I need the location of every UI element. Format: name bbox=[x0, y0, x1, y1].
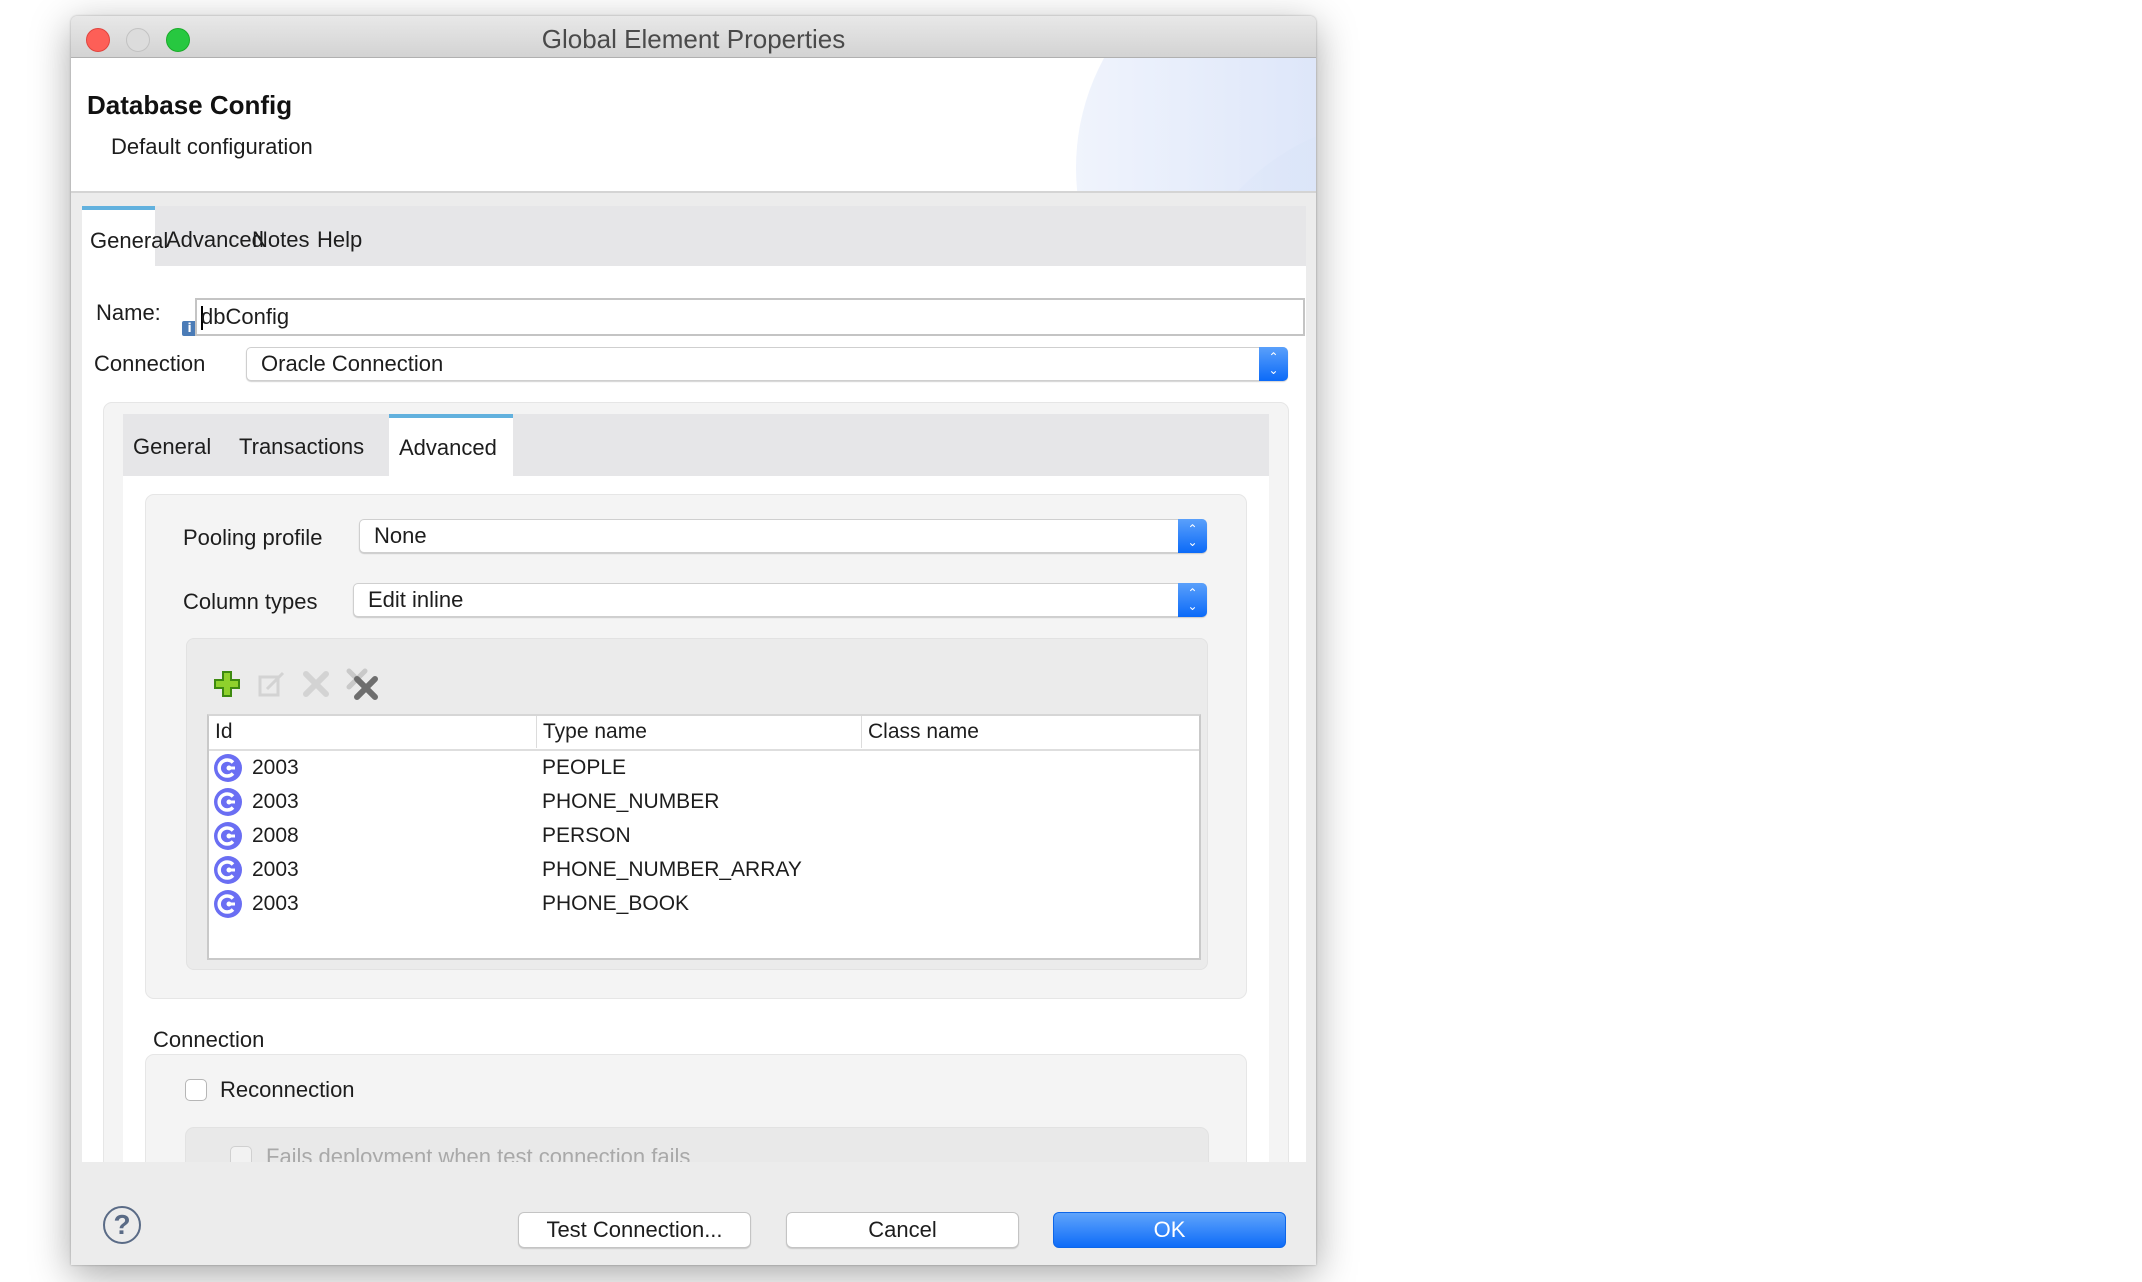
delete-icon bbox=[301, 669, 331, 699]
title-bar[interactable]: Global Element Properties bbox=[71, 16, 1316, 58]
table-row[interactable]: 2003 PHONE_BOOK bbox=[209, 887, 1199, 921]
row-id: 2003 bbox=[252, 892, 299, 915]
class-icon bbox=[214, 890, 242, 918]
class-icon bbox=[214, 822, 242, 850]
dialog-header: Database Config Default configuration bbox=[71, 58, 1316, 193]
column-header-id[interactable]: Id bbox=[209, 716, 536, 748]
help-icon[interactable]: ? bbox=[103, 1206, 141, 1244]
dialog-footer: ? Test Connection... Cancel OK bbox=[71, 1162, 1316, 1265]
reconnection-checkbox[interactable] bbox=[185, 1079, 207, 1101]
chevron-up-down-icon: ⌃ ⌄ bbox=[1259, 347, 1288, 381]
ok-button[interactable]: OK bbox=[1053, 1212, 1286, 1248]
test-connection-button[interactable]: Test Connection... bbox=[518, 1212, 751, 1248]
column-header-class-name[interactable]: Class name bbox=[861, 716, 1199, 748]
column-types-table: Id Type name Class name 2003 PEOPLE 2003… bbox=[207, 714, 1201, 960]
fails-deployment-label: Fails deployment when test connection fa… bbox=[266, 1144, 691, 1162]
connection-label: Connection bbox=[94, 351, 206, 376]
reconnection-label[interactable]: Reconnection bbox=[220, 1077, 355, 1103]
subtab-transactions[interactable]: Transactions bbox=[229, 414, 374, 476]
tab-general[interactable]: General bbox=[82, 206, 168, 266]
subtab-general[interactable]: General bbox=[123, 414, 221, 476]
row-type-name: PHONE_BOOK bbox=[542, 892, 690, 915]
dialog-subtitle: Default configuration bbox=[111, 134, 313, 159]
main-tabs: General Advanced Notes Help bbox=[82, 206, 1306, 266]
row-type-name: PEOPLE bbox=[542, 756, 627, 779]
subtab-advanced[interactable]: Advanced bbox=[389, 414, 513, 476]
reconnection-options-panel: Fails deployment when test connection fa… bbox=[185, 1127, 1209, 1162]
edit-icon bbox=[257, 669, 287, 699]
global-element-properties-dialog: Global Element Properties Database Confi… bbox=[71, 16, 1316, 1265]
row-id: 2003 bbox=[252, 756, 299, 779]
advanced-subtab-content: Pooling profile None ⌃ ⌄ Column types Edi… bbox=[123, 476, 1269, 1162]
row-id: 2003 bbox=[252, 790, 299, 813]
column-types-panel: Id Type name Class name 2003 PEOPLE 2003… bbox=[186, 638, 1208, 970]
row-type-name: PHONE_NUMBER_ARRAY bbox=[542, 858, 802, 881]
column-types-label: Column types bbox=[183, 589, 318, 614]
pooling-profile-label: Pooling profile bbox=[183, 525, 323, 550]
remove-all-icon[interactable] bbox=[345, 667, 379, 701]
advanced-settings-panel: Pooling profile None ⌃ ⌄ Column types Edi… bbox=[145, 494, 1247, 999]
name-input[interactable]: dbConfig bbox=[195, 298, 1305, 336]
connection-select-value: Oracle Connection bbox=[261, 351, 444, 376]
tab-help[interactable]: Help bbox=[309, 206, 370, 266]
connection-section-title: Connection bbox=[153, 1027, 265, 1052]
table-row[interactable]: 2008 PERSON bbox=[209, 819, 1199, 853]
pooling-profile-value: None bbox=[374, 523, 427, 548]
connection-section-panel: Reconnection Fails deployment when test … bbox=[145, 1054, 1247, 1162]
general-tab-content: Name: i dbConfig Connection Oracle Conne… bbox=[82, 266, 1306, 1162]
tab-notes[interactable]: Notes bbox=[244, 206, 317, 266]
column-types-value: Edit inline bbox=[368, 587, 464, 612]
row-type-name: PHONE_NUMBER bbox=[542, 790, 720, 813]
table-row[interactable]: 2003 PHONE_NUMBER bbox=[209, 785, 1199, 819]
dialog-title: Database Config bbox=[87, 90, 293, 120]
row-id: 2008 bbox=[252, 824, 299, 847]
add-icon[interactable] bbox=[212, 669, 242, 699]
cancel-button[interactable]: Cancel bbox=[786, 1212, 1019, 1248]
name-input-value: dbConfig bbox=[201, 304, 290, 329]
connection-select[interactable]: Oracle Connection ⌃ ⌄ bbox=[246, 347, 1288, 381]
name-label: Name: bbox=[96, 300, 161, 325]
class-icon bbox=[214, 788, 242, 816]
column-header-type-name[interactable]: Type name bbox=[536, 716, 861, 748]
class-icon bbox=[214, 754, 242, 782]
row-id: 2003 bbox=[252, 858, 299, 881]
fails-deployment-checkbox bbox=[230, 1146, 252, 1162]
window-title: Global Element Properties bbox=[541, 24, 846, 54]
pooling-profile-select[interactable]: None ⌃ ⌄ bbox=[359, 519, 1207, 553]
connection-config-group: General Transactions Advanced Pooling pr… bbox=[103, 402, 1289, 1162]
connection-subtabs: General Transactions Advanced bbox=[123, 414, 1269, 476]
column-types-select[interactable]: Edit inline ⌃ ⌄ bbox=[353, 583, 1207, 617]
chevron-up-down-icon: ⌃ ⌄ bbox=[1178, 519, 1207, 553]
table-row[interactable]: 2003 PHONE_NUMBER_ARRAY bbox=[209, 853, 1199, 887]
table-row[interactable]: 2003 PEOPLE bbox=[209, 751, 1199, 785]
chevron-up-down-icon: ⌃ ⌄ bbox=[1178, 583, 1207, 617]
class-icon bbox=[214, 856, 242, 884]
row-type-name: PERSON bbox=[542, 824, 631, 847]
